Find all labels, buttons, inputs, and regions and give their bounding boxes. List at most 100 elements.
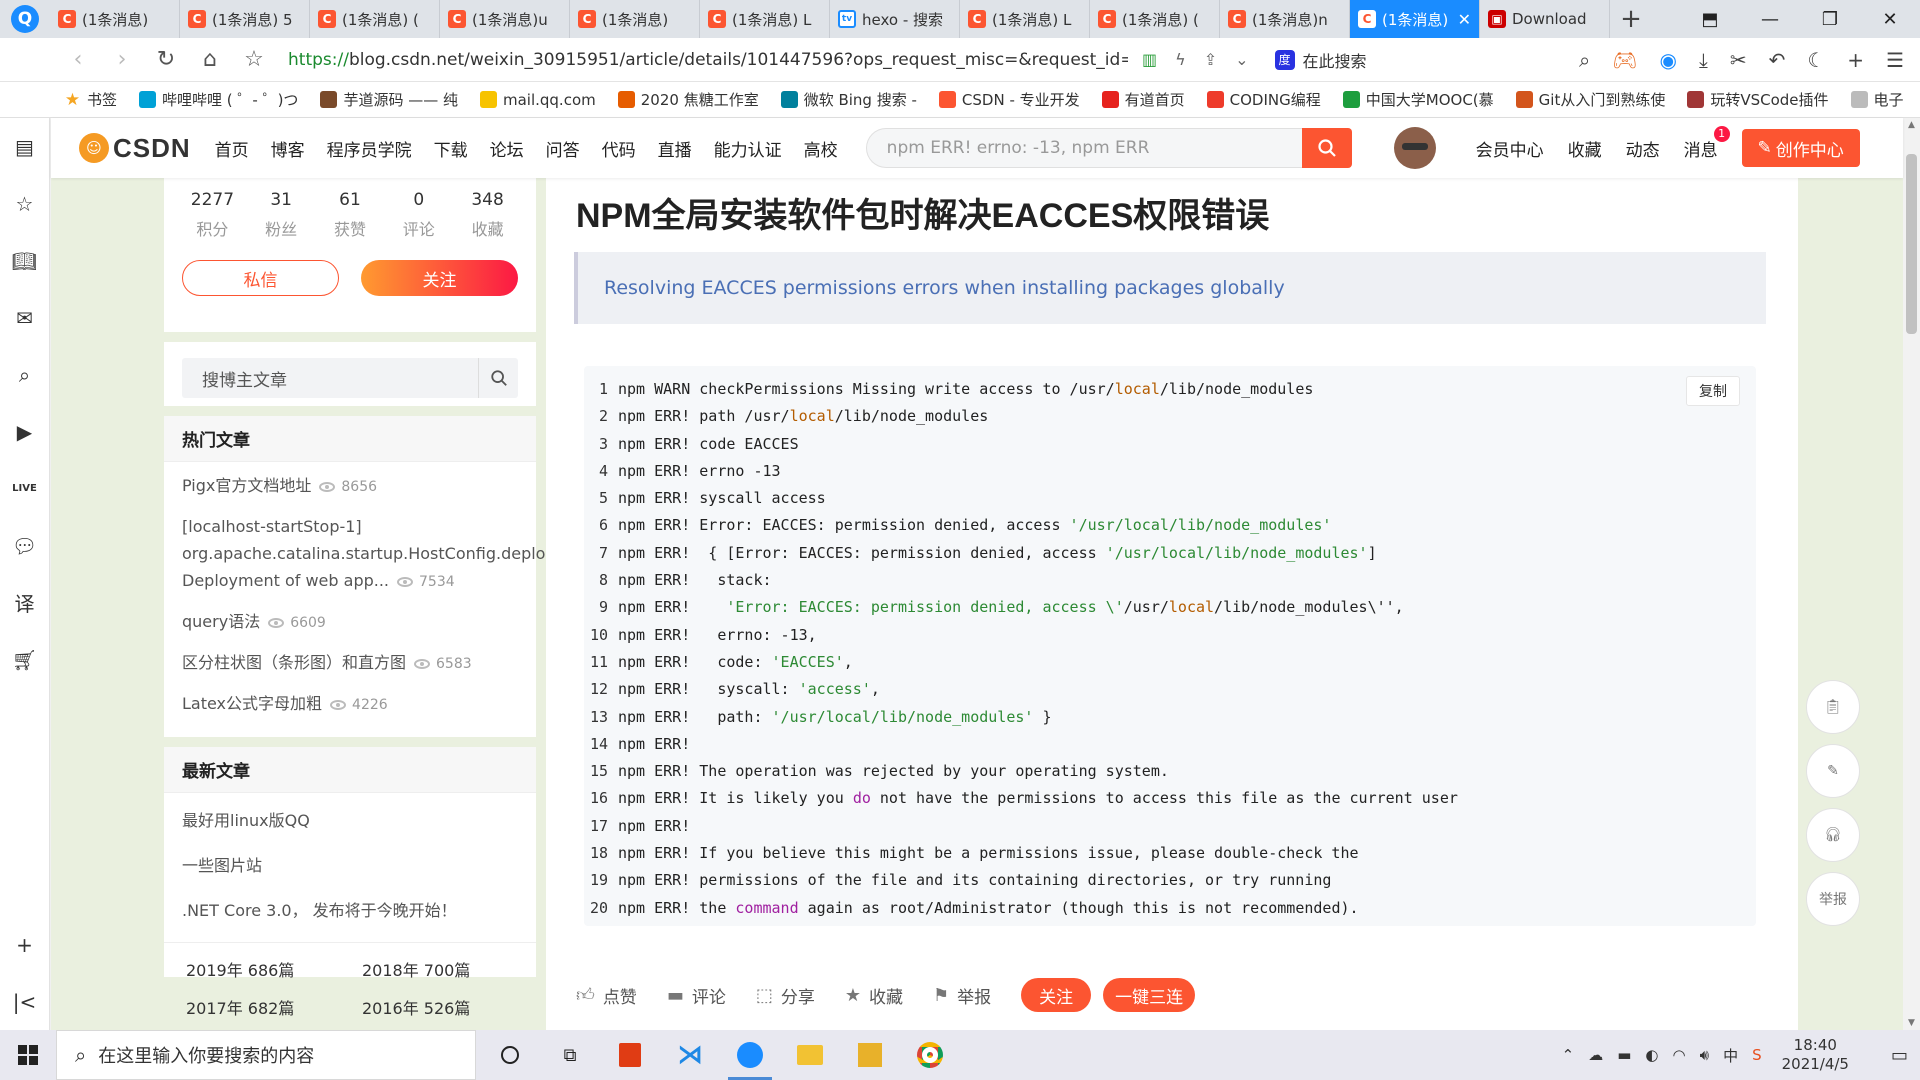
tab-list-icon[interactable]: ⬒ [1680,9,1740,30]
browser-tab[interactable]: C (1条消息) L [700,0,830,38]
live-icon[interactable]: LIVE [0,460,50,517]
new-tab-button[interactable]: + [1610,0,1652,38]
nav-item[interactable]: 能力认证 [714,136,782,161]
news-icon[interactable]: ▤ [0,118,50,175]
qq-browser-taskbar-icon[interactable] [720,1030,780,1080]
nav-item[interactable]: 博客 [271,136,305,161]
forward-icon[interactable]: › [100,47,144,72]
book-icon[interactable]: 📖︎ [0,232,50,289]
search-icon[interactable]: ⌕ [1579,48,1590,72]
hot-article-item[interactable]: 区分柱状图（条形图）和直方图 6583 [182,649,518,678]
sougou-icon[interactable]: S [1752,1046,1762,1064]
hot-article-item[interactable]: Pigx官方文档地址 8656 [182,472,518,501]
latest-article-item[interactable]: .NET Core 3.0， 发布将于今晚开始！ [182,897,518,921]
header-link[interactable]: 消息 1 [1684,125,1730,161]
bookmark-item[interactable]: CSDN - 专业开发 [938,89,1080,110]
favorites-icon[interactable]: ☆ [0,175,50,232]
add-icon[interactable]: + [0,916,50,973]
reload-icon[interactable]: ↻ [144,47,188,72]
archive-item[interactable]: 2019年 686篇 [186,957,362,981]
start-button[interactable] [0,1045,56,1065]
share-action[interactable]: ⬚ 分享 [756,983,815,1008]
reader-icon[interactable]: ▥ [1142,50,1157,69]
bookmark-item[interactable]: CODING编程 [1206,89,1321,110]
tray-expand-icon[interactable]: ⌃ [1562,1046,1575,1064]
like-action[interactable]: 👍︎ 点赞 [576,983,637,1008]
video-icon[interactable]: ▶ [0,403,50,460]
clock[interactable]: 18:40 2021/4/5 [1782,1036,1849,1074]
game-icon[interactable]: 🎮︎ [1612,48,1637,72]
browser-tab[interactable]: C (1条消息) ✕ [1350,0,1480,38]
volume-icon[interactable]: 🔊︎ [1700,1046,1709,1064]
translate-icon[interactable]: 译 [0,574,50,631]
close-window-button[interactable]: ✕ [1860,9,1920,30]
archive-item[interactable]: 2017年 682篇 [186,995,362,1019]
search-icon[interactable] [478,358,518,398]
nav-item[interactable]: 问答 [546,136,580,161]
download-icon[interactable]: ⤓ [1699,48,1708,72]
undo-icon[interactable]: ↶ [1769,48,1786,72]
chat-icon[interactable]: 💬︎ [0,517,50,574]
browser-tab[interactable]: C (1条消息) [570,0,700,38]
search-icon[interactable]: ⌕ [0,346,50,403]
plus-icon[interactable]: + [1847,48,1864,72]
private-message-button[interactable]: 私信 [182,260,339,296]
nav-item[interactable]: 下载 [434,136,468,161]
ime-indicator[interactable]: 中 [1723,1045,1738,1066]
scissors-icon[interactable]: ✂ [1730,48,1747,72]
bookmark-item[interactable]: 哔哩哔哩 ( ゜- ゜)つ [139,89,298,110]
report-action[interactable]: ⚑ 举报 [933,983,991,1008]
copy-code-button[interactable]: 复制 [1686,376,1740,406]
dark-mode-icon[interactable]: ☾ [1807,48,1825,72]
favorite-action[interactable]: ★ 收藏 [845,983,903,1008]
home-icon[interactable]: ⌂ [188,47,232,72]
scroll-down-icon[interactable]: ▼ [1903,1018,1920,1028]
scroll-thumb[interactable] [1906,154,1917,334]
bookmark-item[interactable]: 电子 [1850,89,1904,110]
archive-app-icon[interactable] [840,1030,900,1080]
latest-article-item[interactable]: 一些图片站 [182,852,518,876]
follow-author-button[interactable]: 关注 [361,260,518,296]
bookmark-item[interactable]: 有道首页 [1101,89,1185,110]
close-icon[interactable]: ✕ [1454,10,1471,29]
clipboard-icon[interactable]: 📋︎ [1806,680,1860,734]
bookmark-item[interactable]: 2020 焦糖工作室 [617,89,759,110]
follow-button[interactable]: 关注 [1021,978,1092,1012]
restore-button[interactable]: ❐ [1800,9,1860,30]
menu-icon[interactable]: ☰ [1886,48,1904,72]
archive-item[interactable]: 2016年 526篇 [362,995,512,1019]
chrome-icon[interactable] [900,1030,960,1080]
bookmark-item[interactable]: 玩转VSCode插件 [1687,89,1829,110]
nav-item[interactable]: 论坛 [490,136,524,161]
bookmark-item[interactable]: mail.qq.com [479,91,596,109]
browser-tab[interactable]: C (1条消息) [50,0,180,38]
office-icon[interactable] [600,1030,660,1080]
bookmark-item[interactable]: 微软 Bing 搜索 - [780,89,917,110]
create-center-button[interactable]: ✎ 创作中心 [1741,129,1860,167]
taskbar-search-input[interactable]: ⌕ 在这里输入你要搜索的内容 [56,1030,476,1080]
author-search-input[interactable]: 搜博主文章 [182,358,518,398]
bookmark-item[interactable]: 中国大学MOOC(慕 [1342,89,1494,110]
comment-action[interactable]: ▬ 评论 [667,983,726,1008]
avatar[interactable] [1393,127,1436,169]
nav-item[interactable]: 首页 [215,136,249,161]
triple-action-button[interactable]: 一键三连 [1103,978,1196,1012]
browser-logo[interactable]: Q [0,0,50,38]
engine-search-input[interactable]: 度 在此搜索 [1274,48,1485,72]
file-explorer-icon[interactable] [780,1030,840,1080]
scroll-up-icon[interactable]: ▲ [1903,120,1920,130]
browser-tab[interactable]: tv hexo - 搜索 [830,0,960,38]
bookmark-item[interactable]: 芋道源码 —— 纯 [320,89,458,110]
bookmark-star-icon[interactable]: ☆ [232,47,276,72]
report-button[interactable]: 举报 [1806,872,1860,926]
headset-icon[interactable]: 🎧︎ [1806,808,1860,862]
browser-tab[interactable]: C (1条消息) L [960,0,1090,38]
header-link[interactable]: 会员中心 [1476,136,1544,161]
onedrive-icon[interactable]: ☁ [1588,1046,1603,1064]
qq-tray-icon[interactable]: ◐ [1645,1046,1658,1064]
nav-item[interactable]: 程序员学院 [327,136,412,161]
latest-article-item[interactable]: 最好用linux版QQ [182,807,518,831]
hot-article-item[interactable]: Latex公式字母加粗 4226 [182,690,518,719]
browser-tab[interactable]: C (1条消息)u [440,0,570,38]
browser-tab[interactable]: ▣ Download [1480,0,1610,38]
